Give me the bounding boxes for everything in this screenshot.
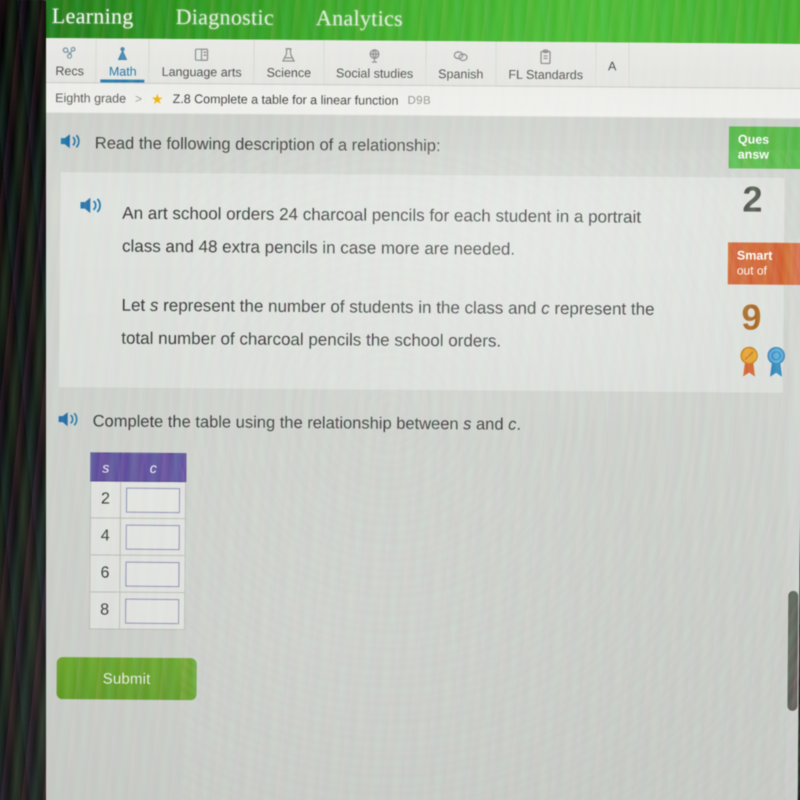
table-header-c: c (120, 453, 186, 482)
table-header-row: s c (90, 452, 186, 482)
table-row: 2 (90, 480, 186, 519)
tab-partial[interactable]: A (595, 41, 630, 87)
tab-partial-label: A (608, 58, 617, 73)
description-paragraph-2: Let s represent the number of students i… (121, 295, 655, 351)
tab-spanish[interactable]: Spanish (426, 40, 497, 86)
tab-language-arts-label: Language arts (161, 64, 242, 80)
brand-nav: Learning Diagnostic Analytics (44, 0, 800, 44)
subject-tab-bar: Recs Math Language arts Science Social s… (43, 37, 800, 89)
speaker-icon[interactable] (59, 131, 83, 156)
tab-math-label: Math (108, 64, 137, 79)
award-ribbon-blue-icon (766, 345, 786, 384)
answer-input-1[interactable] (125, 487, 181, 513)
breadcrumb-separator: > (135, 91, 143, 106)
submit-button[interactable]: Submit (56, 657, 197, 701)
answer-input-2[interactable] (125, 524, 180, 550)
book-icon (193, 46, 211, 63)
table-cell-c-4[interactable] (119, 592, 185, 630)
table-header-s: s (90, 452, 121, 482)
question-prompt-text: Read the following description of a rela… (94, 134, 441, 156)
breadcrumb-grade[interactable]: Eighth grade (55, 91, 126, 106)
screen-content: Learning Diagnostic Analytics Recs Math … (37, 0, 800, 800)
questions-answered-line2: answ (737, 147, 770, 162)
instruction-text: Complete the table using the relationshi… (92, 412, 522, 434)
table-cell-c-1[interactable] (120, 481, 186, 519)
tab-spanish-label: Spanish (438, 67, 484, 82)
tab-science-label: Science (266, 65, 312, 81)
tab-fl-standards[interactable]: FL Standards (496, 40, 597, 87)
answer-input-3[interactable] (125, 561, 180, 587)
answer-input-4[interactable] (125, 598, 180, 624)
table-cell-s-4: 8 (89, 591, 120, 630)
instruction-row: Complete the table using the relationshi… (41, 387, 800, 440)
recommendations-icon (61, 45, 79, 62)
globe-icon (366, 48, 384, 65)
question-prompt-row: Read the following description of a rela… (43, 113, 800, 162)
table-cell-s-2: 4 (90, 517, 121, 556)
table-row: 6 (89, 554, 186, 593)
breadcrumb-skill[interactable]: Z.8 Complete a table for a linear functi… (173, 92, 399, 108)
speaker-icon-instruction[interactable] (57, 409, 81, 434)
tab-language-arts[interactable]: Language arts (149, 37, 255, 84)
table-cell-c-3[interactable] (119, 555, 186, 593)
questions-answered-pill: Ques answ (728, 126, 800, 169)
question-work-area: Read the following description of a rela… (37, 112, 800, 800)
math-compass-icon (114, 46, 132, 63)
tab-science[interactable]: Science (254, 38, 325, 85)
award-ribbon-orange-icon (739, 344, 759, 383)
submit-row: Submit (38, 629, 799, 705)
tab-social-studies[interactable]: Social studies (324, 39, 427, 86)
tab-recs-label: Recs (55, 64, 84, 79)
tab-recs[interactable]: Recs (43, 37, 98, 83)
brand-nav-analytics[interactable]: Analytics (316, 5, 403, 32)
description-body: An art school orders 24 charcoal pencils… (121, 195, 682, 359)
brand-bar: Learning Diagnostic Analytics (43, 0, 800, 44)
speech-bubbles-icon (452, 48, 470, 65)
breadcrumb-skill-code: D9B (407, 94, 432, 107)
device-bezel-left (0, 0, 46, 800)
favorite-star-icon[interactable]: ★ (151, 90, 164, 106)
table-cell-c-2[interactable] (120, 518, 186, 556)
questions-answered-line1: Ques (737, 132, 770, 147)
brand-nav-diagnostic[interactable]: Diagnostic (176, 4, 275, 31)
flask-icon (280, 47, 298, 64)
tab-social-studies-label: Social studies (336, 66, 414, 81)
table-cell-s-3: 6 (89, 554, 121, 593)
tab-math[interactable]: Math (96, 37, 150, 83)
brand-nav-learning[interactable]: Learning (52, 3, 134, 30)
description-box: An art school orders 24 charcoal pencils… (58, 172, 785, 393)
questions-answered-count: 2 (742, 178, 763, 220)
table-cell-s-1: 2 (90, 480, 121, 519)
photo-of-screen: Learning Diagnostic Analytics Recs Math … (0, 0, 800, 800)
table-row: 4 (90, 517, 186, 556)
clipboard-icon (537, 49, 555, 66)
scrollbar-thumb[interactable] (787, 590, 799, 711)
description-paragraph-1: An art school orders 24 charcoal pencils… (121, 203, 642, 259)
tab-fl-standards-label: FL Standards (508, 67, 584, 83)
speaker-icon-description[interactable] (78, 194, 104, 221)
table-row: 8 (89, 591, 185, 630)
answer-table-wrapper: s c 2 4 6 8 (39, 434, 800, 635)
answer-table: s c 2 4 6 8 (89, 452, 187, 631)
